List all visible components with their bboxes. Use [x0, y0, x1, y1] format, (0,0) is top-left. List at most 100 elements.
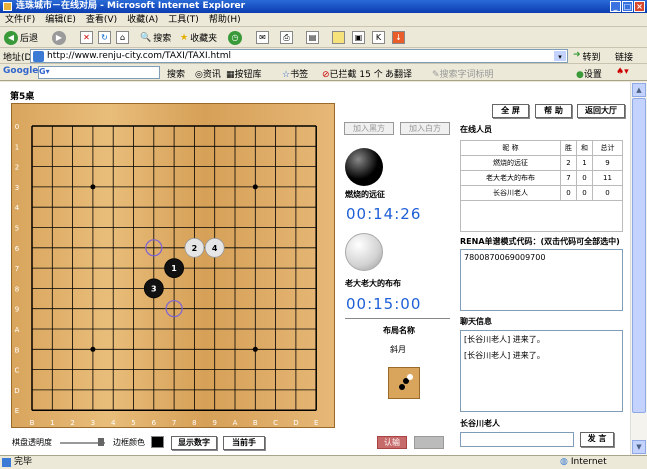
menu-edit[interactable]: 编辑(E) [40, 13, 81, 26]
slider-handle[interactable] [98, 438, 104, 446]
players-list-frame [460, 140, 623, 232]
back-button[interactable]: ◀ 后退 [4, 30, 38, 45]
scroll-thumb[interactable] [632, 98, 646, 413]
forward-button[interactable]: ▶ [52, 30, 66, 45]
board-transparency-label: 棋盘透明度 [12, 438, 52, 447]
mail-button[interactable]: ✉ [256, 30, 269, 45]
news-icon: ◎ [195, 70, 203, 80]
app-icon [3, 2, 12, 11]
toolbar-options-icon[interactable]: ♠▾ [616, 67, 629, 77]
stop-button[interactable]: ✕ [80, 30, 93, 45]
star-icon: ★ [180, 32, 189, 43]
column-label: E [314, 419, 318, 427]
window-title: 连珠城市－在线对局 - Microsoft Internet Explorer [16, 1, 246, 11]
favorites-button[interactable]: ★ 收藏夹 [180, 30, 217, 45]
opening-name: 斜月 [390, 345, 406, 354]
highlight-icon: ✎ [432, 70, 440, 80]
column-label: 8 [192, 419, 196, 427]
star-point [252, 184, 258, 190]
google-search-button[interactable]: 搜索 [167, 67, 185, 80]
page-scrollbar[interactable]: ▲ ▼ [630, 82, 647, 455]
star-point [90, 346, 96, 352]
renju-code-label: RENA单谱模式代码：(双击代码可全部选中) [460, 237, 620, 246]
favorites-label: 收藏夹 [190, 34, 218, 44]
menu-view[interactable]: 查看(V) [81, 13, 122, 26]
edit-button[interactable]: ▤ [306, 30, 319, 45]
highlight-terms[interactable]: ✎搜索字词标明 [432, 67, 494, 80]
renju-code-box[interactable]: 7800870069009700 [460, 249, 623, 311]
help-button[interactable]: 帮 助 [535, 104, 572, 118]
home-button[interactable]: ⌂ [116, 30, 129, 45]
status-bar: 完毕 ◍ Internet [0, 455, 647, 469]
google-news-button[interactable]: ◎资讯 [195, 67, 221, 80]
mail-icon: ✉ [256, 31, 269, 44]
border-color-label: 边框颜色 [113, 438, 145, 447]
discuss-button[interactable] [332, 30, 345, 45]
translate-button[interactable]: あ翻译 [385, 67, 412, 80]
edit-icon: ▤ [306, 31, 319, 44]
maximize-button[interactable]: □ [622, 1, 633, 12]
history-button[interactable]: ◷ [228, 30, 242, 45]
menu-help[interactable]: 帮助(H) [204, 13, 246, 26]
address-input[interactable]: http://www.renju-city.com/TAXI/TAXI.html… [30, 49, 568, 63]
row-label: A [15, 326, 20, 334]
close-button[interactable]: × [634, 1, 645, 12]
fullscreen-button[interactable]: 全 屏 [492, 104, 529, 118]
search-label: 搜索 [153, 34, 172, 44]
tools-icon: ▦ [226, 70, 235, 80]
back-label: 后退 [20, 34, 39, 44]
row-label: 6 [15, 245, 20, 253]
row-label: B [15, 346, 20, 354]
resign-button[interactable]: 认输 [377, 436, 407, 449]
scroll-down-icon[interactable]: ▼ [632, 440, 646, 454]
add-white-button[interactable]: 加入白方 [400, 122, 450, 135]
board-grid[interactable]: B 1 2 3 4 5 6 7 8 9 A B C D E 0 1 2 3 4 5 6 7 8 9 A B C D E 1 2 3 4 [12, 104, 336, 429]
chat-log[interactable]: [长谷川老人] 进来了。 [长谷川老人] 进来了。 [460, 330, 623, 412]
chat-message: [长谷川老人] 进来了。 [464, 351, 545, 360]
column-label: 5 [131, 419, 135, 427]
menu-tools[interactable]: 工具(T) [163, 13, 204, 26]
bookmarks-button[interactable]: ☆书签 [282, 67, 308, 80]
transparency-slider[interactable] [60, 438, 105, 446]
gomoku-board[interactable]: B 1 2 3 4 5 6 7 8 9 A B C D E 0 1 2 3 4 5 6 7 8 9 A B C D E 1 2 3 4 [11, 103, 335, 428]
column-label: 4 [111, 419, 116, 427]
window-titlebar: 连珠城市－在线对局 - Microsoft Internet Explorer … [0, 0, 647, 13]
black-timer: 00:14:26 [346, 205, 422, 223]
print-button[interactable]: ⎙ [280, 30, 293, 45]
row-label: 5 [15, 225, 19, 233]
stone-number: 3 [151, 284, 157, 293]
row-label: 2 [15, 164, 19, 172]
google-tools-button[interactable]: ▦按钮库 [226, 67, 262, 80]
popup-blocked[interactable]: ⊘已拦截 15 个 [322, 67, 383, 80]
stone-number: 2 [192, 244, 198, 253]
messenger-button[interactable]: ▣ [352, 30, 365, 45]
refresh-button[interactable]: ↻ [98, 30, 111, 45]
row-label: D [14, 387, 19, 395]
highlight-label: 搜索字词标明 [439, 70, 494, 80]
messenger-icon: ▣ [352, 31, 365, 44]
menu-favorites[interactable]: 收藏(A) [122, 13, 163, 26]
translate-label: 翻译 [394, 70, 413, 80]
add-black-button[interactable]: 加入黑方 [344, 122, 394, 135]
google-search-input[interactable]: G▾ [38, 66, 160, 79]
dropdown-icon[interactable]: ▾ [554, 51, 566, 61]
chat-input[interactable] [460, 432, 574, 447]
column-label: A [233, 419, 238, 427]
search-button[interactable]: 🔍 搜索 [140, 30, 171, 45]
send-button[interactable]: 发 言 [580, 432, 614, 447]
scroll-up-icon[interactable]: ▲ [632, 83, 646, 97]
links-button[interactable]: 链接 [615, 50, 633, 63]
show-numbers-button[interactable]: 显示数字 [171, 436, 217, 450]
current-move-button[interactable]: 当前手 [223, 436, 265, 450]
research-button[interactable]: K [372, 30, 385, 45]
border-color-swatch[interactable] [151, 436, 164, 448]
menu-file[interactable]: 文件(F) [0, 13, 40, 26]
minimize-button[interactable]: _ [610, 1, 621, 12]
bookmarks-label: 书签 [290, 70, 309, 80]
settings-button[interactable]: ●设置 [576, 67, 602, 80]
research-icon: K [372, 31, 385, 44]
back-to-lobby-button[interactable]: 返回大厅 [577, 104, 625, 118]
column-label: 2 [70, 419, 74, 427]
download-button[interactable]: ↓ [392, 30, 405, 45]
go-button[interactable]: ➜ 转到 [573, 50, 601, 63]
